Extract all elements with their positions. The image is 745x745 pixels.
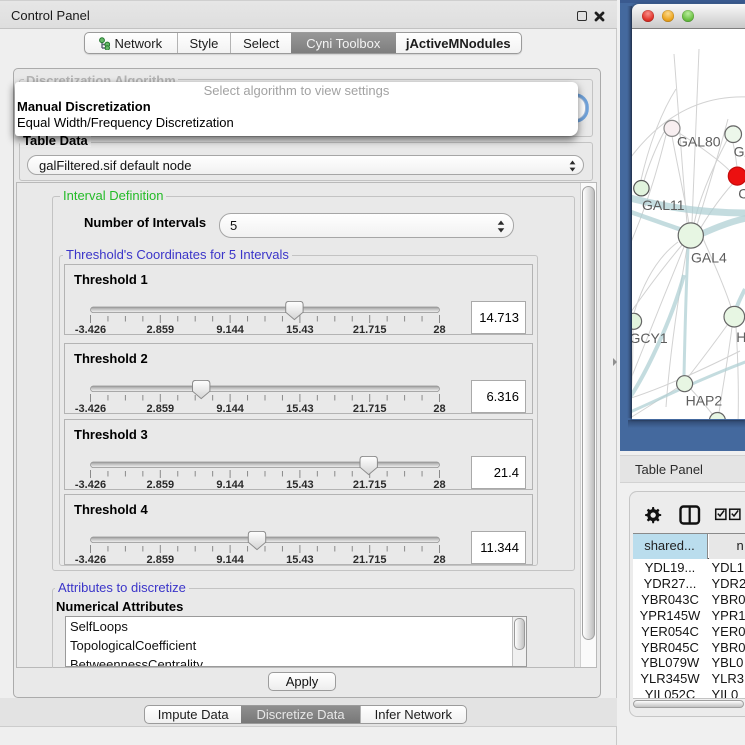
- svg-text:GA: GA: [734, 144, 745, 160]
- svg-text:GAL80: GAL80: [677, 134, 721, 150]
- svg-text:GCY1: GCY1: [632, 330, 668, 346]
- svg-text:GAL4: GAL4: [691, 250, 727, 266]
- svg-text:GAL11: GAL11: [642, 197, 685, 213]
- svg-text:HAP2: HAP2: [686, 393, 723, 409]
- svg-text:H: H: [736, 329, 745, 345]
- svg-text:C: C: [738, 186, 745, 202]
